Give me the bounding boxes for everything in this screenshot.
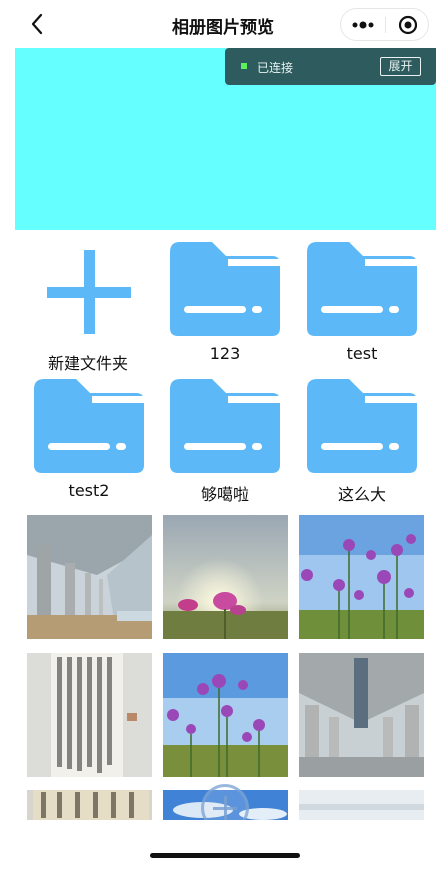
home-indicator	[150, 853, 300, 858]
photo-thumbnail[interactable]	[299, 515, 424, 639]
folder-label: 新建文件夹	[47, 354, 128, 373]
photo-thumbnail[interactable]	[27, 515, 152, 639]
more-button[interactable]	[341, 9, 385, 40]
expand-button[interactable]: 展开	[380, 57, 421, 76]
bridge-photo	[27, 515, 152, 639]
folder-icon	[170, 242, 280, 336]
photo-thumbnail[interactable]	[299, 653, 424, 777]
folder-item[interactable]: 够噶啦	[170, 379, 280, 509]
folder-label: test2	[68, 481, 110, 500]
plus-icon	[47, 250, 131, 334]
photo-thumbnail[interactable]	[299, 790, 424, 820]
folder-label: test	[346, 344, 378, 363]
folder-icon	[34, 379, 144, 473]
photo-thumbnail[interactable]	[163, 515, 288, 639]
folder-item[interactable]: test2	[34, 379, 144, 509]
new-folder-button[interactable]: 新建文件夹	[33, 248, 143, 378]
folder-icon	[307, 242, 417, 336]
cosmos-photo	[163, 653, 288, 777]
more-dots-icon	[352, 21, 374, 28]
mini-program-capsule	[340, 8, 429, 41]
photo-thumbnail[interactable]	[163, 653, 288, 777]
calligraphy-photo	[27, 653, 152, 777]
connection-bar: 已连接 展开	[225, 48, 436, 85]
photo-thumbnail[interactable]	[27, 790, 152, 820]
folder-label: 这么大	[337, 485, 386, 504]
cosmos-photo	[299, 515, 424, 639]
folder-item[interactable]: 123	[170, 242, 280, 372]
calligraphy-photo	[27, 790, 152, 820]
photo-thumbnail[interactable]	[27, 653, 152, 777]
sunset-photo	[163, 515, 288, 639]
folder-label: 123	[209, 344, 241, 363]
target-close-icon	[398, 15, 418, 34]
connection-status: 已连接	[257, 61, 294, 75]
connection-status-dot	[241, 63, 247, 69]
bridge-photo	[299, 653, 424, 777]
folder-item[interactable]: test	[307, 242, 417, 372]
close-button[interactable]	[386, 9, 430, 40]
folder-item[interactable]: 这么大	[307, 379, 417, 509]
folder-icon	[307, 379, 417, 473]
bottom-safe-area	[0, 820, 446, 871]
folder-label: 够噶啦	[200, 485, 249, 504]
nav-bar: 相册图片预览	[0, 0, 446, 48]
bridge-photo	[299, 790, 424, 820]
folder-icon	[170, 379, 280, 473]
